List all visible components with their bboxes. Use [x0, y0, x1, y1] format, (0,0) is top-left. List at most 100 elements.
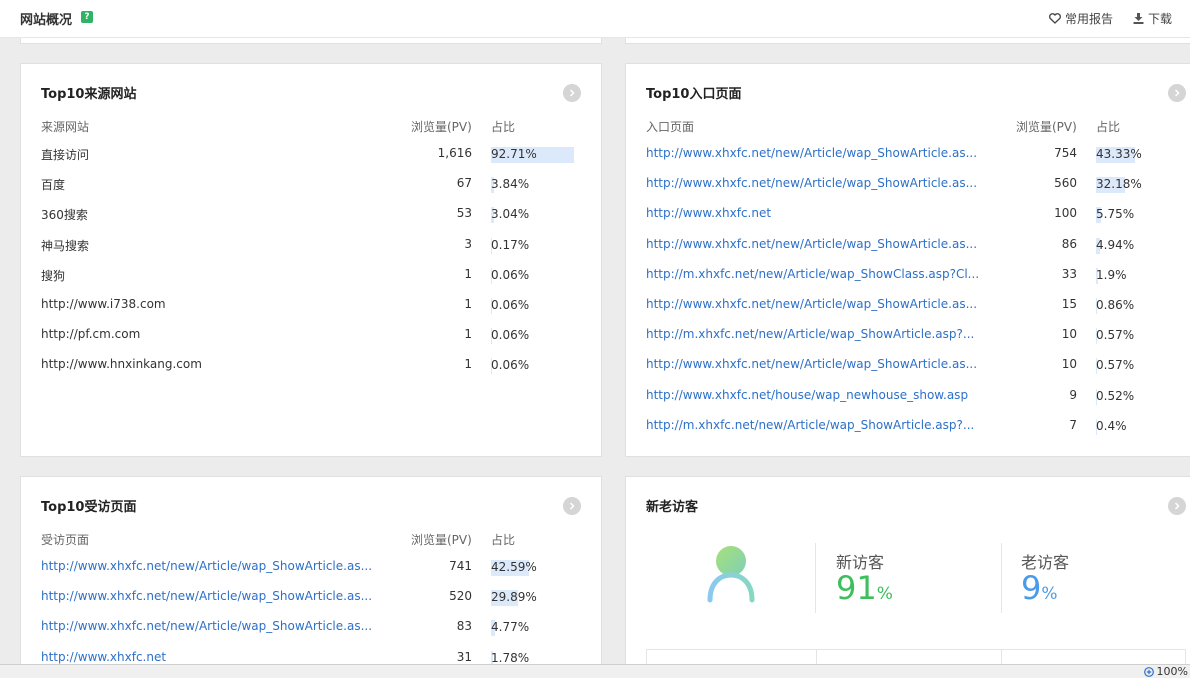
table-row: http://www.xhxfc.net/new/Article/wap_Sho… [646, 297, 1174, 315]
help-icon[interactable]: ? [81, 11, 93, 23]
table-row: 360搜索 53 3.04% [41, 206, 581, 224]
column-header-pv[interactable]: 浏览量(PV) [411, 531, 472, 548]
table-header: 入口页面 浏览量(PV) 占比 [646, 118, 1174, 134]
share-value: 0.4% [1096, 418, 1127, 433]
percent-sign: % [1041, 584, 1058, 604]
share-value: 43.33% [1096, 147, 1142, 161]
header-actions: 常用报告 下载 [1049, 10, 1172, 27]
table-row: http://www.xhxfc.net 100 5.75% [646, 206, 1174, 224]
page-link[interactable]: http://m.xhxfc.net/new/Article/wap_ShowA… [646, 327, 974, 341]
table-row: http://m.xhxfc.net/new/Article/wap_ShowA… [646, 418, 1174, 436]
share-value: 32.18% [1096, 177, 1142, 192]
pv-value: 1 [464, 297, 472, 311]
table-row: http://www.xhxfc.net/new/Article/wap_Sho… [646, 237, 1174, 255]
page-link[interactable]: http://www.xhxfc.net/new/Article/wap_Sho… [646, 176, 977, 190]
share-value: 4.77% [491, 620, 530, 635]
share-cell: 3.04% [491, 206, 575, 224]
column-header-pv[interactable]: 浏览量(PV) [1016, 118, 1077, 135]
expand-arrow-icon[interactable] [563, 84, 581, 102]
download-icon [1133, 13, 1144, 24]
share-value: 0.06% [491, 267, 530, 282]
page-link[interactable]: http://www.xhxfc.net/new/Article/wap_Sho… [646, 297, 977, 311]
card-title: Top10受访页面 [41, 500, 137, 515]
page-link[interactable]: http://www.xhxfc.net/new/Article/wap_Sho… [41, 589, 372, 603]
column-header-pv[interactable]: 浏览量(PV) [411, 118, 472, 135]
share-cell: 0.86% [1096, 297, 1180, 315]
zoom-level: 100% [1156, 665, 1188, 678]
page-link[interactable]: http://www.xhxfc.net/new/Article/wap_Sho… [41, 619, 372, 633]
top10-entry-pages-card: Top10入口页面 入口页面 浏览量(PV) 占比 http://www.xhx… [625, 63, 1190, 457]
source-name: http://www.hnxinkang.com [41, 357, 202, 372]
share-cell: 0.57% [1096, 357, 1180, 375]
source-name: 神马搜索 [41, 238, 90, 253]
table-row: 百度 67 3.84% [41, 176, 581, 194]
card-stub-right [625, 38, 1190, 44]
new-visitor-value: 91% [836, 569, 893, 607]
page-link[interactable]: http://www.xhxfc.net [41, 650, 166, 664]
source-name: 百度 [41, 178, 66, 193]
source-name: http://pf.cm.com [41, 327, 141, 342]
share-cell: 0.57% [1096, 327, 1180, 345]
table-row: http://m.xhxfc.net/new/Article/wap_ShowC… [646, 267, 1174, 285]
page-link[interactable]: http://m.xhxfc.net/new/Article/wap_ShowA… [646, 418, 974, 432]
pv-value: 7 [1069, 417, 1077, 432]
share-cell: 4.94% [1096, 237, 1180, 255]
share-value: 0.06% [491, 328, 530, 343]
expand-arrow-icon[interactable] [1168, 84, 1186, 102]
share-cell: 92.71% [491, 146, 575, 164]
table-row: http://pf.cm.com 1 0.06% [41, 327, 581, 345]
download-label: 下载 [1147, 12, 1172, 26]
divider [1001, 543, 1002, 613]
pv-value: 1,616 [437, 146, 472, 160]
share-value: 0.52% [1096, 388, 1135, 403]
table-header: 受访页面 浏览量(PV) 占比 [41, 531, 581, 547]
pv-value: 741 [449, 559, 472, 573]
column-header-share: 占比 [1096, 120, 1121, 134]
pv-value: 67 [456, 176, 472, 191]
table-row: http://www.xhxfc.net/house/wap_newhouse_… [646, 388, 1174, 406]
share-cell: 0.4% [1096, 418, 1180, 436]
share-value: 0.57% [1096, 358, 1135, 373]
column-header-source: 来源网站 [41, 120, 90, 134]
expand-arrow-icon[interactable] [1168, 497, 1186, 515]
expand-arrow-icon[interactable] [563, 497, 581, 515]
zoom-control[interactable]: 100% [1143, 665, 1188, 678]
page-link[interactable]: http://www.xhxfc.net/new/Article/wap_Sho… [646, 146, 977, 160]
pv-value: 83 [456, 619, 472, 634]
download-button[interactable]: 下载 [1133, 10, 1172, 27]
zoom-icon [1143, 666, 1154, 677]
percent-sign: % [876, 584, 893, 604]
pv-value: 31 [456, 649, 472, 664]
pv-value: 560 [1054, 176, 1077, 191]
top10-visited-pages-card: Top10受访页面 受访页面 浏览量(PV) 占比 http://www.xhx… [20, 476, 602, 676]
share-cell: 0.06% [491, 267, 575, 285]
source-name: 直接访问 [41, 148, 90, 162]
page-link[interactable]: http://www.xhxfc.net/house/wap_newhouse_… [646, 388, 968, 402]
pv-value: 15 [1061, 297, 1077, 311]
share-cell: 0.06% [491, 297, 575, 315]
share-cell: 3.84% [491, 176, 575, 194]
share-value: 0.06% [491, 298, 530, 312]
pv-value: 9 [1069, 387, 1077, 402]
table-row: 直接访问 1,616 92.71% [41, 146, 581, 164]
share-cell: 0.06% [491, 327, 575, 345]
page-title: 网站概况 [20, 13, 73, 28]
favorite-report-label: 常用报告 [1064, 12, 1113, 26]
top-bar: 网站概况 ? 常用报告 下载 [0, 0, 1190, 38]
source-name: 搜狗 [41, 268, 66, 283]
page-link[interactable]: http://www.xhxfc.net/new/Article/wap_Sho… [646, 357, 977, 371]
page-link[interactable]: http://www.xhxfc.net/new/Article/wap_Sho… [646, 237, 977, 251]
favorite-report-button[interactable]: 常用报告 [1049, 10, 1113, 27]
pv-value: 10 [1061, 357, 1077, 372]
share-cell: 5.75% [1096, 206, 1180, 224]
page-link[interactable]: http://m.xhxfc.net/new/Article/wap_ShowC… [646, 267, 979, 281]
table-row: http://www.xhxfc.net/new/Article/wap_Sho… [646, 176, 1174, 194]
new-returning-visitors-card: 新老访客 新访客 91% 老访客 9% [625, 476, 1190, 678]
old-visitor-value: 9% [1021, 569, 1058, 607]
pv-value: 10 [1061, 327, 1077, 342]
share-value: 0.06% [491, 358, 530, 373]
share-cell: 0.17% [491, 237, 575, 255]
page-link[interactable]: http://www.xhxfc.net [646, 206, 771, 220]
page-link[interactable]: http://www.xhxfc.net/new/Article/wap_Sho… [41, 559, 372, 573]
old-visitor-percent: 9 [1021, 569, 1042, 607]
